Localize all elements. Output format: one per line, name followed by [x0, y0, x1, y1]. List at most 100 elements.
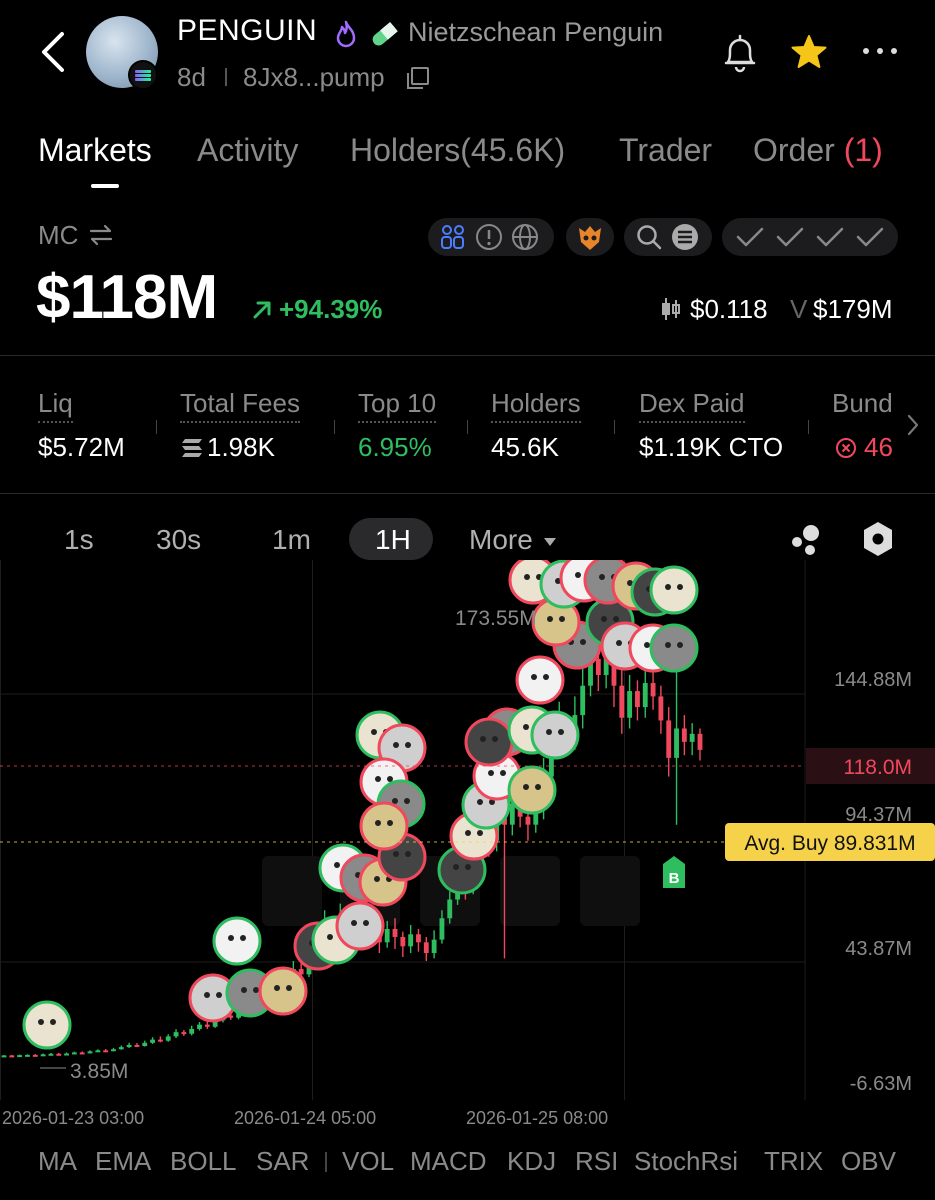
- indicator-kdj[interactable]: KDJ: [507, 1146, 556, 1177]
- bundle-warning-icon: [836, 438, 856, 458]
- chevron-right-icon[interactable]: [905, 412, 921, 438]
- trade-avatar-marker: [464, 717, 514, 767]
- stat-holders-label[interactable]: Holders: [491, 388, 581, 423]
- dev-badge[interactable]: [566, 218, 614, 256]
- marker-eye: [334, 862, 340, 868]
- stat-separator: [808, 420, 809, 434]
- marker-eye: [531, 674, 537, 680]
- tab-activity[interactable]: Activity: [197, 132, 298, 169]
- candle-icon: [662, 298, 680, 320]
- indicator-ma[interactable]: MA: [38, 1146, 77, 1177]
- buy-marker-label: B: [669, 870, 680, 887]
- marker-eye: [465, 830, 471, 836]
- copy-icon[interactable]: [406, 66, 430, 90]
- candle-body: [17, 1055, 23, 1058]
- stat-fees-label[interactable]: Total Fees: [180, 388, 300, 423]
- indicator-macd[interactable]: MACD: [410, 1146, 487, 1177]
- marker-eye: [543, 674, 549, 680]
- price-chart[interactable]: 144.88M 94.37M 43.87M -6.63M 118.0M Avg. Buy …: [0, 560, 935, 1100]
- candle-body: [619, 685, 625, 718]
- bubbles-icon[interactable]: [786, 522, 824, 558]
- candle-body: [71, 1052, 77, 1055]
- candle-body: [1, 1055, 7, 1058]
- candle-body: [431, 939, 437, 954]
- indicator-sar[interactable]: SAR: [256, 1146, 309, 1177]
- candle-body: [642, 683, 648, 708]
- high-marker-label: 173.55M: [455, 607, 537, 630]
- more-icon[interactable]: [860, 44, 900, 58]
- marker-eye: [677, 584, 683, 590]
- fire-icon: [336, 20, 356, 48]
- indicator-rsi[interactable]: RSI: [575, 1146, 618, 1177]
- divider: [0, 493, 935, 494]
- indicator-boll[interactable]: BOLL: [170, 1146, 237, 1177]
- marker-eye: [216, 992, 222, 998]
- back-icon[interactable]: [38, 30, 68, 74]
- check-icon: [816, 227, 844, 247]
- candle-body: [95, 1050, 101, 1053]
- candle-body: [9, 1055, 15, 1058]
- candle-body: [134, 1044, 140, 1047]
- stat-dexpaid-label[interactable]: Dex Paid: [639, 388, 745, 423]
- list-circle-icon: [672, 224, 698, 250]
- indicator-vol[interactable]: VOL: [342, 1146, 394, 1177]
- marker-avatar-circle: [258, 966, 308, 1016]
- candle-body: [439, 918, 445, 940]
- search-badges[interactable]: [624, 218, 712, 256]
- order-count-badge: (1): [843, 132, 883, 168]
- star-icon[interactable]: [790, 34, 828, 70]
- tab-markets[interactable]: Markets: [38, 132, 152, 169]
- stat-liq-value: $5.72M: [38, 432, 125, 462]
- stat-separator: [156, 420, 157, 434]
- settings-icon[interactable]: [860, 520, 896, 558]
- check-icon: [856, 227, 884, 247]
- marker-avatar-circle: [335, 901, 385, 951]
- search-icon: [637, 225, 662, 250]
- stat-bundle-label[interactable]: Bund: [832, 388, 893, 421]
- swap-icon[interactable]: [88, 224, 114, 246]
- marker-eye: [465, 864, 471, 870]
- candle-body: [447, 899, 453, 919]
- check-icon: [776, 227, 804, 247]
- tab-order[interactable]: Order (1): [753, 132, 883, 169]
- interval-30s[interactable]: 30s: [156, 524, 201, 556]
- marker-eye: [665, 584, 671, 590]
- trade-avatar-marker: [258, 966, 308, 1016]
- x-axis-label: 2026-01-25 08:00: [466, 1108, 609, 1128]
- y-axis-label: 43.87M: [845, 938, 912, 960]
- indicator-obv[interactable]: OBV: [841, 1146, 896, 1177]
- interval-1s[interactable]: 1s: [64, 524, 94, 556]
- marker-eye: [547, 616, 553, 622]
- candle-body: [423, 942, 429, 954]
- contract-address[interactable]: 8Jx8...pump: [243, 62, 385, 93]
- marker-eye: [387, 776, 393, 782]
- social-badges[interactable]: [428, 218, 554, 256]
- marker-eye: [575, 572, 581, 578]
- indicator-trix[interactable]: TRIX: [764, 1146, 823, 1177]
- stat-top10-label[interactable]: Top 10: [358, 388, 437, 423]
- marker-eye: [644, 642, 650, 648]
- candle-body: [689, 733, 695, 742]
- interval-1h[interactable]: 1H: [375, 524, 411, 556]
- indicator-stochrsi[interactable]: StochRsi: [634, 1146, 738, 1177]
- tab-holders[interactable]: Holders(45.6K): [350, 132, 565, 169]
- interval-1m[interactable]: 1m: [272, 524, 311, 556]
- y-axis-label: 144.88M: [834, 669, 912, 691]
- marker-eye: [351, 920, 357, 926]
- marker-eye: [241, 987, 247, 993]
- stat-liq-label[interactable]: Liq: [38, 388, 73, 423]
- indicator-ema[interactable]: EMA: [95, 1146, 151, 1177]
- stat-separator: [334, 420, 335, 434]
- marker-eye: [38, 1019, 44, 1025]
- tab-trader[interactable]: Trader: [619, 132, 712, 169]
- candle-body: [150, 1039, 156, 1043]
- token-symbol: PENGUIN: [177, 14, 318, 47]
- check-icon: [736, 227, 764, 247]
- bell-icon[interactable]: [720, 32, 760, 74]
- candle-body: [408, 934, 414, 947]
- tab-active-indicator: [91, 184, 119, 188]
- interval-more[interactable]: More: [469, 524, 557, 556]
- trade-avatar-marker: [507, 765, 557, 815]
- candle-body: [400, 936, 406, 947]
- audit-checks[interactable]: [722, 218, 898, 256]
